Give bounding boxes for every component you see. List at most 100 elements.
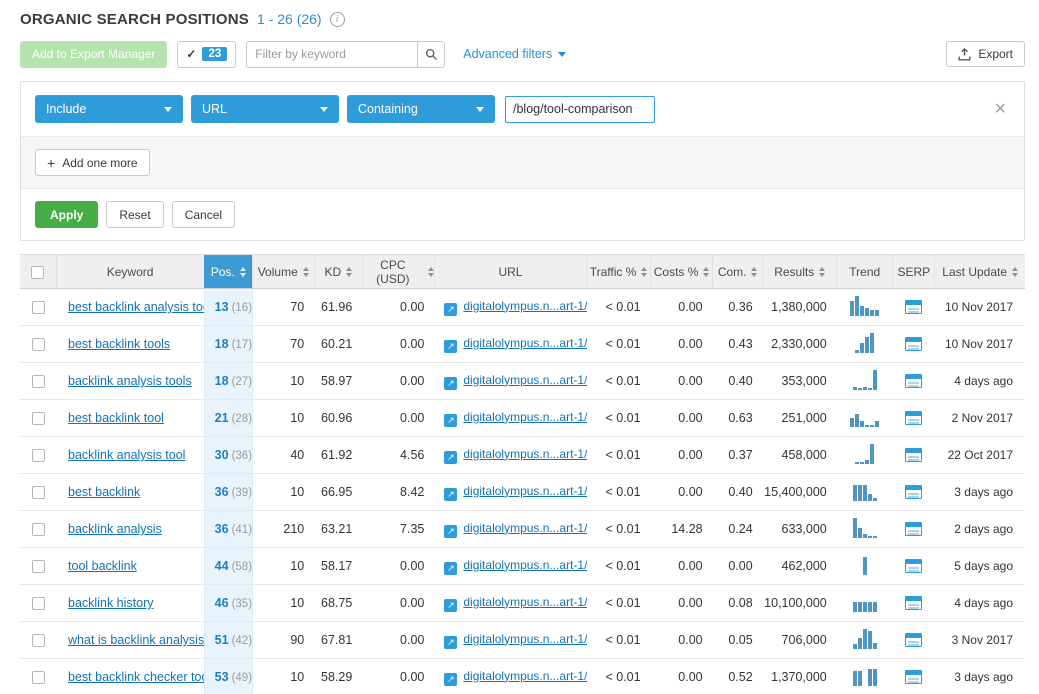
- keyword-link[interactable]: best backlink tools: [68, 337, 170, 351]
- keyword-link[interactable]: backlink history: [68, 596, 153, 610]
- row-checkbox[interactable]: [32, 449, 45, 462]
- url-link[interactable]: digitalolympus.n...art-1/: [463, 595, 586, 609]
- external-link-icon[interactable]: ↗: [444, 414, 457, 427]
- serp-icon[interactable]: [905, 337, 922, 351]
- keyword-link[interactable]: best backlink analysis tool: [68, 300, 204, 314]
- sort-icon[interactable]: [1012, 267, 1018, 277]
- close-icon[interactable]: ×: [990, 99, 1010, 119]
- sort-icon[interactable]: [428, 267, 434, 277]
- serp-icon[interactable]: [905, 522, 922, 536]
- row-checkbox[interactable]: [32, 338, 45, 351]
- chevron-down-icon: [320, 107, 328, 112]
- operator-dropdown[interactable]: Containing: [347, 95, 495, 123]
- sort-icon[interactable]: [346, 267, 352, 277]
- apply-button[interactable]: Apply: [35, 201, 98, 228]
- column-header-last_update[interactable]: Last Update: [935, 255, 1025, 289]
- url-link[interactable]: digitalolympus.n...art-1/: [463, 558, 586, 572]
- url-link[interactable]: digitalolympus.n...art-1/: [463, 632, 586, 646]
- column-header-com[interactable]: Com.: [713, 255, 763, 289]
- column-header-kd[interactable]: KD: [314, 255, 362, 289]
- serp-icon[interactable]: [905, 374, 922, 388]
- row-checkbox[interactable]: [32, 597, 45, 610]
- sort-icon[interactable]: [303, 267, 309, 277]
- keyword-link[interactable]: tool backlink: [68, 559, 137, 573]
- column-header-costs[interactable]: Costs %: [651, 255, 713, 289]
- url-link[interactable]: digitalolympus.n...art-1/: [463, 410, 586, 424]
- serp-icon[interactable]: [905, 596, 922, 610]
- advanced-filters-link[interactable]: Advanced filters: [463, 47, 566, 61]
- keyword-link[interactable]: backlink analysis tool: [68, 448, 185, 462]
- external-link-icon[interactable]: ↗: [444, 599, 457, 612]
- row-checkbox[interactable]: [32, 523, 45, 536]
- keyword-link[interactable]: backlink analysis: [68, 522, 162, 536]
- serp-icon[interactable]: [905, 670, 922, 684]
- trend-bar: [858, 638, 862, 649]
- field-dropdown[interactable]: URL: [191, 95, 339, 123]
- volume-value: 10: [290, 411, 304, 425]
- url-link[interactable]: digitalolympus.n...art-1/: [463, 447, 586, 461]
- keyword-link[interactable]: best backlink: [68, 485, 140, 499]
- include-dropdown[interactable]: Include: [35, 95, 183, 123]
- serp-icon[interactable]: [905, 300, 922, 314]
- sort-icon[interactable]: [751, 267, 757, 277]
- url-link[interactable]: digitalolympus.n...art-1/: [463, 373, 586, 387]
- column-header-traffic[interactable]: Traffic %: [587, 255, 651, 289]
- row-checkbox[interactable]: [32, 560, 45, 573]
- cancel-button[interactable]: Cancel: [172, 201, 235, 228]
- sort-icon[interactable]: [819, 267, 825, 277]
- row-checkbox[interactable]: [32, 301, 45, 314]
- row-checkbox[interactable]: [32, 375, 45, 388]
- external-link-icon[interactable]: ↗: [444, 377, 457, 390]
- trend-bar: [860, 462, 864, 464]
- external-link-icon[interactable]: ↗: [444, 488, 457, 501]
- sort-icon[interactable]: [240, 267, 246, 277]
- external-link-icon[interactable]: ↗: [444, 562, 457, 575]
- reset-button[interactable]: Reset: [106, 201, 163, 228]
- pos-cell: 51(42): [204, 622, 252, 659]
- sort-icon[interactable]: [641, 267, 647, 277]
- selected-count-button[interactable]: ✓ 23: [177, 41, 236, 68]
- external-link-icon[interactable]: ↗: [444, 673, 457, 686]
- external-link-icon[interactable]: ↗: [444, 340, 457, 353]
- row-checkbox[interactable]: [32, 486, 45, 499]
- previous-position: (27): [232, 376, 252, 388]
- sort-icon[interactable]: [703, 267, 709, 277]
- url-link[interactable]: digitalolympus.n...art-1/: [463, 484, 586, 498]
- row-checkbox[interactable]: [32, 412, 45, 425]
- row-checkbox[interactable]: [32, 671, 45, 684]
- external-link-icon[interactable]: ↗: [444, 303, 457, 316]
- keyword-link[interactable]: best backlink checker tool: [68, 670, 204, 684]
- filter-value-input[interactable]: [505, 96, 655, 123]
- keyword-link[interactable]: backlink analysis tools: [68, 374, 192, 388]
- url-link[interactable]: digitalolympus.n...art-1/: [463, 299, 586, 313]
- column-header-volume[interactable]: Volume: [252, 255, 314, 289]
- trend-bar: [863, 629, 867, 649]
- add-to-export-manager-button[interactable]: Add to Export Manager: [20, 41, 167, 68]
- serp-icon[interactable]: [905, 485, 922, 499]
- keyword-link[interactable]: best backlink tool: [68, 411, 164, 425]
- export-button[interactable]: Export: [946, 41, 1025, 67]
- keyword-link[interactable]: what is backlink analysis: [68, 633, 204, 647]
- search-button[interactable]: [418, 41, 445, 68]
- external-link-icon[interactable]: ↗: [444, 451, 457, 464]
- serp-icon[interactable]: [905, 559, 922, 573]
- row-checkbox[interactable]: [32, 634, 45, 647]
- serp-icon[interactable]: [905, 448, 922, 462]
- column-header-results[interactable]: Results: [763, 255, 837, 289]
- results-cell: 706,000: [763, 622, 837, 659]
- column-label: Com.: [718, 265, 747, 279]
- serp-icon[interactable]: [905, 633, 922, 647]
- column-header-cpc[interactable]: CPC (USD): [362, 255, 434, 289]
- external-link-icon[interactable]: ↗: [444, 636, 457, 649]
- info-icon[interactable]: i: [330, 12, 345, 27]
- url-link[interactable]: digitalolympus.n...art-1/: [463, 336, 586, 350]
- external-link-icon[interactable]: ↗: [444, 525, 457, 538]
- url-link[interactable]: digitalolympus.n...art-1/: [463, 669, 586, 683]
- url-link[interactable]: digitalolympus.n...art-1/: [463, 521, 586, 535]
- select-all-checkbox[interactable]: [31, 266, 44, 279]
- column-header-pos[interactable]: Pos.: [204, 255, 252, 289]
- serp-icon[interactable]: [905, 411, 922, 425]
- keyword-filter-input[interactable]: [246, 41, 418, 68]
- add-one-more-button[interactable]: + Add one more: [35, 149, 150, 176]
- column-header-serp: SERP: [893, 255, 935, 289]
